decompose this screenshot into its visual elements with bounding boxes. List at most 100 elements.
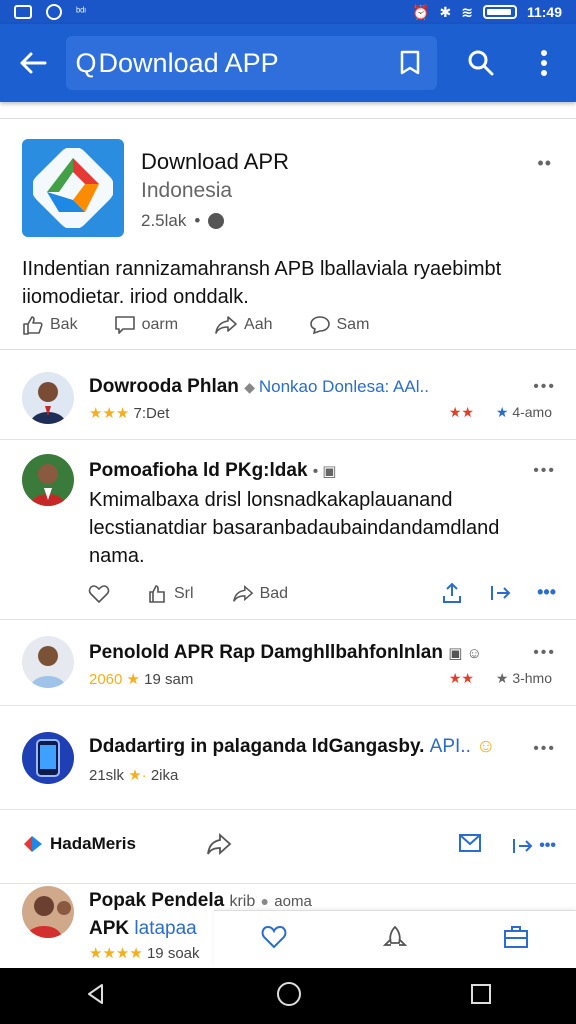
like-button[interactable]: Bak <box>22 315 78 335</box>
list-item[interactable]: Dowrooda Phlan ◆ Nonkao Donlesa: AAl.. ★… <box>0 358 576 440</box>
search-prefix: Q <box>75 47 97 78</box>
more-horiz-icon[interactable]: ••• <box>537 582 556 609</box>
item-right-text: 4-amo <box>512 404 552 420</box>
post-item[interactable]: Pomoafioha ld PKg:ldak • ▣ ••• Kmimalbax… <box>0 440 576 620</box>
share-arrow-icon <box>215 316 237 334</box>
boost-button[interactable] <box>382 925 408 954</box>
heart-icon <box>261 925 287 949</box>
item-meta-suffix: aoma <box>274 893 312 910</box>
item-name: Ddadartirg in palaganda ldGangasby. API.… <box>89 736 496 758</box>
search-button[interactable] <box>449 49 513 77</box>
forward-button[interactable] <box>489 582 511 609</box>
emoji-icon: ☺ <box>476 736 496 757</box>
share-label: Aah <box>244 316 273 333</box>
arrow-left-icon <box>20 52 47 74</box>
search-field[interactable]: Q Download APP <box>65 36 437 90</box>
upload-icon <box>443 582 462 603</box>
post-text: Kmimalbaxa drisl lonsnadkakaplauanand le… <box>89 489 500 567</box>
comment-label: oarm <box>141 316 179 333</box>
back-button[interactable] <box>0 51 66 75</box>
thumb-button[interactable]: Srl <box>148 584 194 604</box>
square-recents-icon <box>471 983 491 1004</box>
thumb-label: Srl <box>174 585 194 602</box>
share-label: Bad <box>259 585 289 602</box>
avatar <box>22 372 74 424</box>
share-arrow-icon <box>232 585 253 602</box>
section-right-actions: ••• <box>459 834 556 857</box>
avatar <box>22 732 74 784</box>
favorite-button[interactable] <box>261 925 287 954</box>
avatar <box>22 636 74 688</box>
share-button[interactable]: Bad <box>232 584 288 604</box>
status-dot-icon: ● <box>260 893 269 909</box>
message-button[interactable] <box>459 834 482 857</box>
item-more-button[interactable]: ••• <box>533 740 556 758</box>
nav-home-button[interactable] <box>276 981 302 1012</box>
item-more-button[interactable]: ••• <box>533 378 556 396</box>
system-nav-bar <box>0 968 576 1024</box>
item-more-button[interactable]: ••• <box>533 644 556 662</box>
post-author-name: Pomoafioha ld PKg:ldak <box>89 460 308 481</box>
triangle-back-icon <box>88 983 103 1004</box>
more-horiz-icon: •• <box>537 153 552 173</box>
star-icon: ★ <box>126 671 145 688</box>
star-icon: ★ <box>495 404 509 420</box>
comment-icon <box>114 316 135 334</box>
item-name: Dowrooda Phlan ◆ Nonkao Donlesa: AAl.. <box>89 376 429 398</box>
app-logo[interactable] <box>22 139 124 237</box>
item-name: Popak Pendela krib ● aoma <box>89 890 312 912</box>
share-button[interactable]: Aah <box>214 315 273 335</box>
item-tag: API.. <box>429 736 471 757</box>
like-label: Bak <box>50 316 78 333</box>
app-logo-icon <box>33 148 113 228</box>
comment-button[interactable]: oarm <box>114 315 178 335</box>
app-meta: 2.5lak • <box>141 211 225 231</box>
save-button[interactable] <box>503 925 529 954</box>
forward-button[interactable]: ••• <box>511 834 556 857</box>
nav-recents-button[interactable] <box>470 983 492 1010</box>
post-more-button[interactable]: ••• <box>533 462 556 480</box>
section-title: HadaMeris <box>50 834 136 853</box>
send-button[interactable]: Sam <box>309 315 370 335</box>
phone-icon <box>36 739 60 777</box>
star-icon: ★ <box>495 670 509 686</box>
card-more-button[interactable]: •• <box>537 153 552 174</box>
item-time: 2ika <box>150 767 179 784</box>
card-actions: Bak oarm Aah Sam <box>22 315 369 335</box>
item-name: Penolold APR Rap Damghllbahfonlnlan ▣ ☺ <box>89 642 482 664</box>
floating-action-bar <box>214 910 576 968</box>
list-item[interactable]: Ddadartirg in palaganda ldGangasby. API.… <box>0 706 576 810</box>
notification-icon <box>46 4 62 20</box>
section-share-button[interactable] <box>206 832 232 861</box>
more-vert-icon <box>541 50 548 76</box>
section-label: HadaMeris <box>22 834 136 854</box>
list-item[interactable]: Penolold APR Rap Damghllbahfonlnlan ▣ ☺ … <box>0 620 576 706</box>
item-time: 19 sam <box>144 671 194 688</box>
section-header: HadaMeris ••• <box>0 810 576 884</box>
item-time: 19 soak <box>146 945 200 962</box>
send-label: Sam <box>336 316 370 333</box>
more-horiz-icon: ••• <box>539 836 556 854</box>
item-time: 7:Det <box>133 405 170 422</box>
verified-icon: ◆ <box>244 379 259 395</box>
signal-label-icon: ᵇᵈᶦ <box>76 6 87 18</box>
upload-button[interactable] <box>441 582 463 609</box>
overflow-menu-button[interactable] <box>512 49 576 77</box>
nav-back-button[interactable] <box>84 982 108 1011</box>
rating-stars: ★★★★ <box>89 945 143 962</box>
bookmark-icon <box>400 50 420 75</box>
app-description: IIndentian rannizamahransh APB lballavia… <box>22 258 502 308</box>
status-time: 11:49 <box>526 4 562 20</box>
star-icon: ★· <box>128 767 147 784</box>
item-line2-text: APK <box>89 918 130 939</box>
bluetooth-icon: ✱ <box>439 3 452 20</box>
item-right-text: 3-hmo <box>512 670 552 686</box>
item-count: 21slk <box>89 767 125 784</box>
verified-icon: • ▣ <box>312 463 337 480</box>
post-actions: Srl Bad <box>88 584 288 604</box>
item-title: Popak Pendela <box>89 890 225 911</box>
bookmark-button[interactable] <box>383 50 437 76</box>
status-bar: ᵇᵈᶦ ⏰ ✱ ≋ 11:49 <box>0 0 576 24</box>
like-button[interactable] <box>88 584 110 604</box>
item-meta: ★★★★ 19 soak <box>89 944 200 962</box>
